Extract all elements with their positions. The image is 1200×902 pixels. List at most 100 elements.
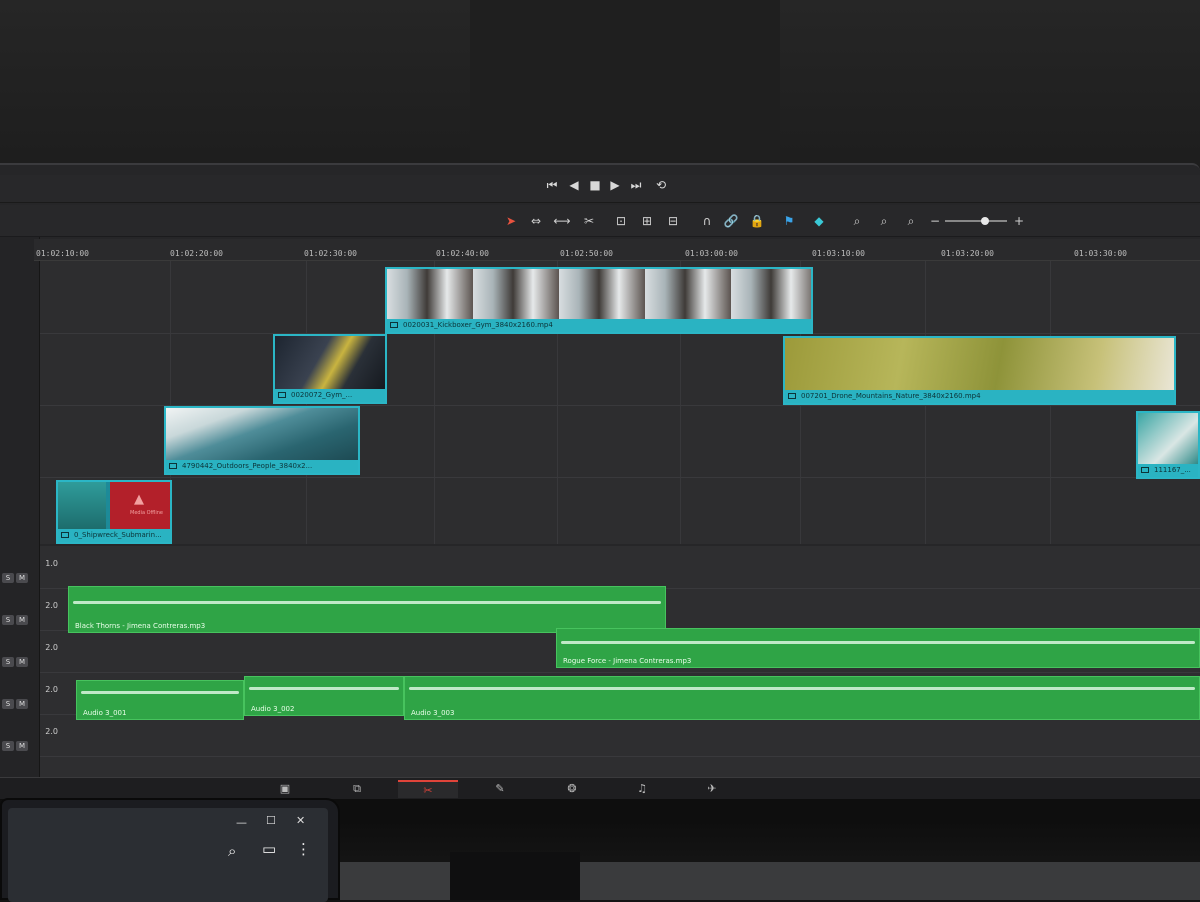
clip-caption: 007201_Drone_Mountains_Nature_3840x2160.… bbox=[785, 390, 1174, 403]
media-page-icon[interactable]: ▣ bbox=[255, 780, 315, 798]
stop-button[interactable]: ■ bbox=[587, 175, 603, 195]
clip-name: 0020031_Kickboxer_Gym_3840x2160.mp4 bbox=[403, 321, 553, 329]
ruler-tick: 01:02:10:00 bbox=[36, 249, 89, 258]
blade-tool-icon[interactable]: ✂ bbox=[579, 211, 599, 231]
cut-page-icon[interactable]: ⧉ bbox=[327, 780, 387, 798]
resolve-window: ⏮ ◀ ■ ▶ ⏭ ⟲ ➤ ⇔ ⟷ ✂ ⊡ ⊞ ⊟ ∩ 🔗 🔒 ⚑ ◆ ⌕ ⌕ … bbox=[0, 163, 1200, 799]
overwrite-clip-icon[interactable]: ⊞ bbox=[637, 211, 657, 231]
clip-name: 4790442_Outdoors_People_3840x2... bbox=[182, 462, 313, 470]
warning-icon: ▲ bbox=[134, 492, 144, 507]
insert-clip-icon[interactable]: ⊡ bbox=[611, 211, 631, 231]
monitor-stand bbox=[450, 852, 580, 900]
video-clip-partial[interactable]: 111167_... bbox=[1136, 411, 1200, 479]
video-clip-drone[interactable]: 007201_Drone_Mountains_Nature_3840x2160.… bbox=[783, 336, 1176, 405]
minimize-icon[interactable]: — bbox=[236, 816, 247, 829]
transport-bar: ⏮ ◀ ■ ▶ ⏭ ⟲ bbox=[0, 175, 1200, 203]
media-offline-label: Media Offline bbox=[130, 510, 164, 516]
trim-tool-icon[interactable]: ⇔ bbox=[526, 211, 546, 231]
ruler-tick: 01:02:20:00 bbox=[170, 249, 223, 258]
track-divider bbox=[40, 756, 1200, 757]
ruler-tick: 01:02:40:00 bbox=[436, 249, 489, 258]
audio-tracks: Black Thorns - Jimena Contreras.mp3 Rogu… bbox=[40, 546, 1200, 786]
mute-button[interactable]: M bbox=[16, 657, 28, 667]
clip-caption: 0020031_Kickboxer_Gym_3840x2160.mp4 bbox=[387, 319, 811, 332]
track-level: 2.0 bbox=[45, 685, 58, 694]
clip-type-icon bbox=[788, 393, 796, 399]
zoom-slider[interactable] bbox=[945, 217, 1007, 225]
clip-type-icon bbox=[169, 463, 177, 469]
dynamic-trim-icon[interactable]: ⟷ bbox=[552, 211, 572, 231]
close-icon[interactable]: ✕ bbox=[296, 814, 305, 827]
skip-to-start-button[interactable]: ⏮ bbox=[543, 175, 561, 195]
solo-button[interactable]: S bbox=[2, 741, 14, 751]
audio-clip-rogue-force[interactable]: Rogue Force - Jimena Contreras.mp3 bbox=[556, 628, 1200, 668]
zoom-out-icon[interactable]: − bbox=[928, 211, 942, 231]
zoom-in-icon[interactable]: + bbox=[1012, 211, 1026, 231]
zoom-full-icon[interactable]: ⌕ bbox=[846, 211, 868, 231]
clip-caption: 4790442_Outdoors_People_3840x2... bbox=[166, 460, 358, 473]
flag-icon[interactable]: ⚑ bbox=[780, 211, 798, 231]
audio-clip-audio3-003[interactable]: Audio 3_003 bbox=[404, 676, 1200, 720]
deliver-page-icon[interactable]: ✈ bbox=[682, 780, 742, 798]
clip-type-icon bbox=[61, 532, 69, 538]
tablet-device: — ☐ ✕ ⌕ ▭ ⋮ bbox=[0, 798, 340, 902]
audio-clip-audio3-002[interactable]: Audio 3_002 bbox=[244, 676, 404, 716]
video-clip-kickboxer[interactable]: 0020031_Kickboxer_Gym_3840x2160.mp4 bbox=[385, 267, 813, 334]
solo-button[interactable]: S bbox=[2, 699, 14, 709]
tablet-screen: — ☐ ✕ ⌕ ▭ ⋮ bbox=[8, 808, 328, 902]
search-icon[interactable]: ⌕ bbox=[228, 842, 236, 860]
lock-icon[interactable]: 🔒 bbox=[748, 211, 766, 231]
skip-to-end-button[interactable]: ⏭ bbox=[627, 175, 645, 195]
solo-button[interactable]: S bbox=[2, 657, 14, 667]
audio-clip-black-thorns[interactable]: Black Thorns - Jimena Contreras.mp3 bbox=[68, 586, 666, 633]
video-clip-outdoors[interactable]: 4790442_Outdoors_People_3840x2... bbox=[164, 406, 360, 475]
loop-button[interactable]: ⟲ bbox=[652, 175, 670, 195]
zoom-custom-icon[interactable]: ⌕ bbox=[900, 211, 922, 231]
solo-button[interactable]: S bbox=[2, 615, 14, 625]
marker-icon[interactable]: ◆ bbox=[810, 211, 828, 231]
fusion-page-icon[interactable]: ✎ bbox=[470, 780, 530, 798]
clip-type-icon bbox=[390, 322, 398, 328]
media-offline-panel: ▲ Media Offline bbox=[110, 482, 170, 529]
video-clip-shipwreck[interactable]: ▲ Media Offline 0_Shipwreck_Submarin... bbox=[56, 480, 172, 544]
mute-button[interactable]: M bbox=[16, 741, 28, 751]
edit-page-icon[interactable]: ✂ bbox=[398, 780, 458, 798]
tabs-icon[interactable]: ▭ bbox=[262, 840, 276, 858]
reverse-play-button[interactable]: ◀ bbox=[566, 175, 582, 195]
replace-clip-icon[interactable]: ⊟ bbox=[663, 211, 683, 231]
clip-type-icon bbox=[1141, 467, 1149, 473]
snapping-icon[interactable]: ∩ bbox=[698, 211, 716, 231]
track-level: 2.0 bbox=[45, 643, 58, 652]
zoom-slider-handle[interactable] bbox=[981, 217, 989, 225]
track-level: 2.0 bbox=[45, 601, 58, 610]
waveform bbox=[409, 687, 1195, 690]
ruler-tick: 01:03:10:00 bbox=[812, 249, 865, 258]
timeline-toolbar: ➤ ⇔ ⟷ ✂ ⊡ ⊞ ⊟ ∩ 🔗 🔒 ⚑ ◆ ⌕ ⌕ ⌕ − + bbox=[0, 205, 1200, 237]
mute-button[interactable]: M bbox=[16, 699, 28, 709]
clip-name: 111167_... bbox=[1154, 466, 1191, 474]
clip-type-icon bbox=[278, 392, 286, 398]
color-page-icon[interactable]: ❂ bbox=[542, 780, 602, 798]
audio-clip-audio3-001[interactable]: Audio 3_001 bbox=[76, 680, 244, 720]
menu-icon[interactable]: ⋮ bbox=[296, 840, 311, 858]
selection-tool-icon[interactable]: ➤ bbox=[503, 211, 519, 231]
mute-button[interactable]: M bbox=[16, 573, 28, 583]
maximize-icon[interactable]: ☐ bbox=[266, 814, 276, 827]
fairlight-page-icon[interactable]: ♫ bbox=[612, 780, 672, 798]
track-divider bbox=[40, 477, 1200, 478]
mute-button[interactable]: M bbox=[16, 615, 28, 625]
link-icon[interactable]: 🔗 bbox=[722, 211, 740, 231]
clip-name: Audio 3_003 bbox=[411, 709, 455, 717]
play-button[interactable]: ▶ bbox=[607, 175, 623, 195]
wall-panel bbox=[470, 0, 780, 160]
solo-button[interactable]: S bbox=[2, 573, 14, 583]
clip-thumbnail bbox=[785, 338, 1174, 390]
track-level: 1.0 bbox=[45, 559, 58, 568]
waveform bbox=[561, 641, 1195, 644]
clip-thumbnail bbox=[387, 269, 811, 319]
timecode-ruler[interactable]: 01:02:10:00 01:02:20:00 01:02:30:00 01:0… bbox=[34, 239, 1200, 261]
zoom-detail-icon[interactable]: ⌕ bbox=[873, 211, 895, 231]
clip-thumbnail bbox=[166, 408, 358, 460]
clip-caption: 0_Shipwreck_Submarin... bbox=[58, 529, 170, 542]
video-clip-gym[interactable]: 0020072_Gym_... bbox=[273, 334, 387, 404]
